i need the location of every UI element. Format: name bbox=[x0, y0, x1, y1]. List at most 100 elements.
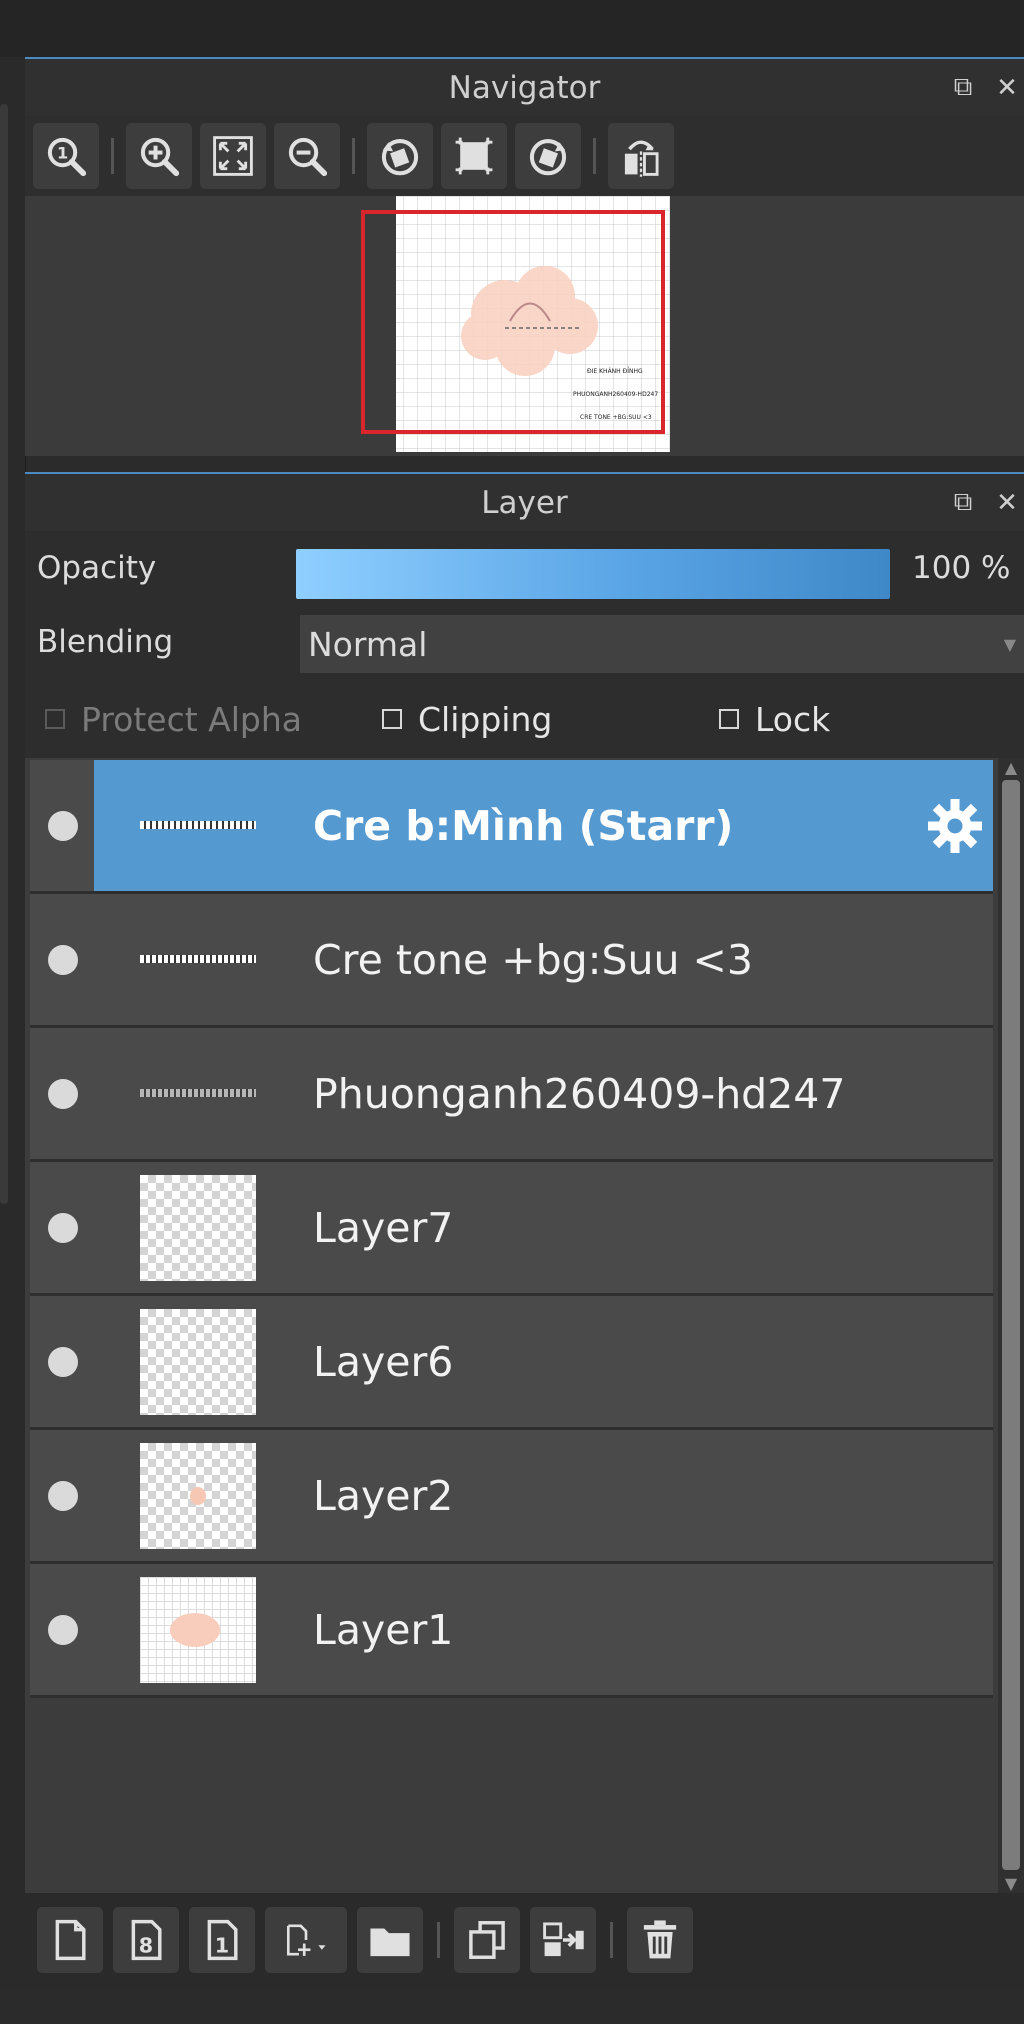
zoom-actual-button[interactable]: 1 bbox=[33, 123, 99, 189]
layer-actions-toolbar: 8 1 bbox=[25, 1893, 1024, 1987]
checkbox-icon bbox=[45, 709, 65, 729]
visibility-toggle-icon[interactable] bbox=[48, 1480, 78, 1511]
zoom-in-icon bbox=[140, 137, 180, 177]
toolbar-separator bbox=[610, 1922, 613, 1958]
close-icon[interactable]: ✕ bbox=[994, 73, 1020, 103]
protect-alpha-label: Protect Alpha bbox=[81, 699, 302, 739]
lock-checkbox[interactable]: Lock bbox=[719, 700, 830, 739]
left-dock-strip bbox=[0, 57, 26, 2024]
scroll-thumb[interactable] bbox=[1002, 780, 1020, 1870]
layer-name: Layer7 bbox=[313, 1203, 454, 1252]
fit-screen-button[interactable] bbox=[200, 123, 266, 189]
flip-horizontal-button[interactable] bbox=[608, 123, 674, 189]
new-layer-button[interactable] bbox=[37, 1907, 103, 1973]
opacity-row: Opacity 100 % bbox=[25, 531, 1024, 605]
checkbox-icon bbox=[382, 709, 402, 729]
close-icon[interactable]: ✕ bbox=[994, 488, 1020, 518]
duplicate-layer-button[interactable] bbox=[454, 1907, 520, 1973]
new-layer-icon bbox=[55, 1919, 86, 1961]
new-1bit-layer-button[interactable]: 1 bbox=[189, 1907, 255, 1973]
layer-name: Layer1 bbox=[313, 1605, 454, 1654]
lock-label: Lock bbox=[755, 699, 831, 739]
blending-row: Blending Normal ▼ bbox=[25, 605, 1024, 679]
protect-alpha-checkbox[interactable]: Protect Alpha bbox=[45, 700, 302, 739]
reset-rotation-button[interactable] bbox=[441, 123, 507, 189]
zoom-in-button[interactable] bbox=[126, 123, 192, 189]
gear-icon[interactable] bbox=[925, 796, 985, 856]
visibility-toggle-icon[interactable] bbox=[48, 810, 78, 841]
merge-down-button[interactable] bbox=[530, 1907, 596, 1973]
layer-options-row: Protect Alpha Clipping Lock bbox=[25, 679, 1024, 759]
undock-icon[interactable]: ⧉ bbox=[950, 72, 976, 103]
preview-text-1: ĐIE KHÁNH ĐỈNHG bbox=[587, 367, 643, 375]
new-1bit-layer-icon: 1 bbox=[207, 1919, 238, 1961]
layer-row-phuonganh[interactable]: Phuonganh260409-hd247 bbox=[30, 1028, 993, 1162]
dropdown-arrow-icon: ▼ bbox=[1003, 634, 1016, 654]
layer-name: Cre b:Mình (Starr) bbox=[313, 801, 734, 850]
window-bottom-edge bbox=[0, 1987, 1024, 2024]
opacity-value: 100 % bbox=[912, 550, 1011, 586]
layer-list: Cre b:Mình (Starr) Cre tone +bg:Suu <3 P… bbox=[25, 758, 1024, 1893]
layer-thumbnail bbox=[140, 1041, 256, 1147]
svg-text:1: 1 bbox=[57, 143, 68, 162]
clipping-checkbox[interactable]: Clipping bbox=[382, 700, 552, 739]
svg-text:8: 8 bbox=[139, 1934, 153, 1958]
scroll-up-icon[interactable]: ▲ bbox=[998, 758, 1024, 777]
visibility-toggle-icon[interactable] bbox=[48, 1078, 78, 1109]
delete-layer-button[interactable] bbox=[627, 1907, 693, 1973]
visibility-toggle-icon[interactable] bbox=[48, 1346, 78, 1377]
layer-thumbnail bbox=[140, 1442, 256, 1549]
layer-row-layer7[interactable]: Layer7 bbox=[30, 1162, 993, 1296]
rotate-right-button[interactable] bbox=[515, 123, 581, 189]
canvas-preview: ĐIE KHÁNH ĐỈNHG PHUONGANH260409-HD247 CR… bbox=[361, 196, 670, 452]
toolbar-separator bbox=[111, 138, 114, 174]
clipping-label: Clipping bbox=[418, 699, 553, 739]
rotate-left-button[interactable] bbox=[367, 123, 433, 189]
blending-value: Normal bbox=[308, 624, 428, 664]
zoom-actual-icon: 1 bbox=[47, 137, 87, 177]
undock-icon[interactable]: ⧉ bbox=[950, 487, 976, 518]
layer-name: Layer6 bbox=[313, 1337, 454, 1386]
new-8bit-layer-button[interactable]: 8 bbox=[113, 1907, 179, 1973]
layer-row-cre-minh[interactable]: Cre b:Mình (Starr) bbox=[30, 760, 993, 894]
layer-thumbnail bbox=[140, 1308, 256, 1415]
rotate-right-icon bbox=[529, 139, 567, 176]
layer-row-layer1[interactable]: Layer1 bbox=[30, 1564, 993, 1698]
layer-name: Phuonganh260409-hd247 bbox=[313, 1069, 846, 1118]
zoom-out-button[interactable] bbox=[274, 123, 340, 189]
add-layer-menu-icon bbox=[286, 1924, 326, 1956]
layer-title: Layer bbox=[481, 484, 568, 521]
preview-text-2: PHUONGANH260409-HD247 bbox=[573, 391, 658, 398]
flip-horizontal-icon bbox=[624, 140, 659, 177]
delete-layer-icon bbox=[643, 1920, 677, 1959]
reset-rotation-icon bbox=[455, 137, 493, 175]
layer-thumbnail bbox=[140, 773, 256, 879]
layer-row-layer6[interactable]: Layer6 bbox=[30, 1296, 993, 1430]
scroll-down-icon[interactable]: ▼ bbox=[998, 1874, 1024, 1893]
rotate-left-icon bbox=[381, 139, 419, 176]
opacity-label: Opacity bbox=[37, 550, 157, 586]
new-folder-button[interactable] bbox=[357, 1907, 423, 1973]
layer-thumbnail bbox=[140, 1576, 256, 1683]
new-8bit-layer-icon: 8 bbox=[131, 1919, 162, 1961]
toolbar-separator bbox=[593, 138, 596, 174]
zoom-out-icon bbox=[288, 137, 328, 177]
layer-scrollbar[interactable]: ▲ ▼ bbox=[998, 758, 1024, 1893]
blending-select[interactable]: Normal ▼ bbox=[300, 615, 1024, 673]
navigator-title: Navigator bbox=[448, 69, 601, 106]
layer-row-cre-tone[interactable]: Cre tone +bg:Suu <3 bbox=[30, 894, 993, 1028]
navigator-panel: Navigator ⧉ ✕ 1 ĐIE KHÁNH ĐỈNHG PHUONGAN… bbox=[25, 57, 1024, 456]
fit-screen-icon bbox=[213, 136, 253, 176]
navigator-preview[interactable]: ĐIE KHÁNH ĐỈNHG PHUONGANH260409-HD247 CR… bbox=[25, 196, 1024, 456]
left-scroll-thumb[interactable] bbox=[0, 104, 8, 1204]
navigator-header: Navigator ⧉ ✕ bbox=[25, 57, 1024, 116]
layer-rows: Cre b:Mình (Starr) Cre tone +bg:Suu <3 P… bbox=[30, 758, 993, 1698]
opacity-slider[interactable] bbox=[296, 549, 890, 599]
preview-text-3: CRE TONE +BG:SUU <3 bbox=[580, 414, 652, 421]
add-layer-menu-button[interactable] bbox=[265, 1907, 347, 1973]
visibility-toggle-icon[interactable] bbox=[48, 944, 78, 975]
app-top-bar bbox=[0, 0, 1024, 57]
visibility-toggle-icon[interactable] bbox=[48, 1614, 78, 1645]
visibility-toggle-icon[interactable] bbox=[48, 1212, 78, 1243]
layer-row-layer2[interactable]: Layer2 bbox=[30, 1430, 993, 1564]
